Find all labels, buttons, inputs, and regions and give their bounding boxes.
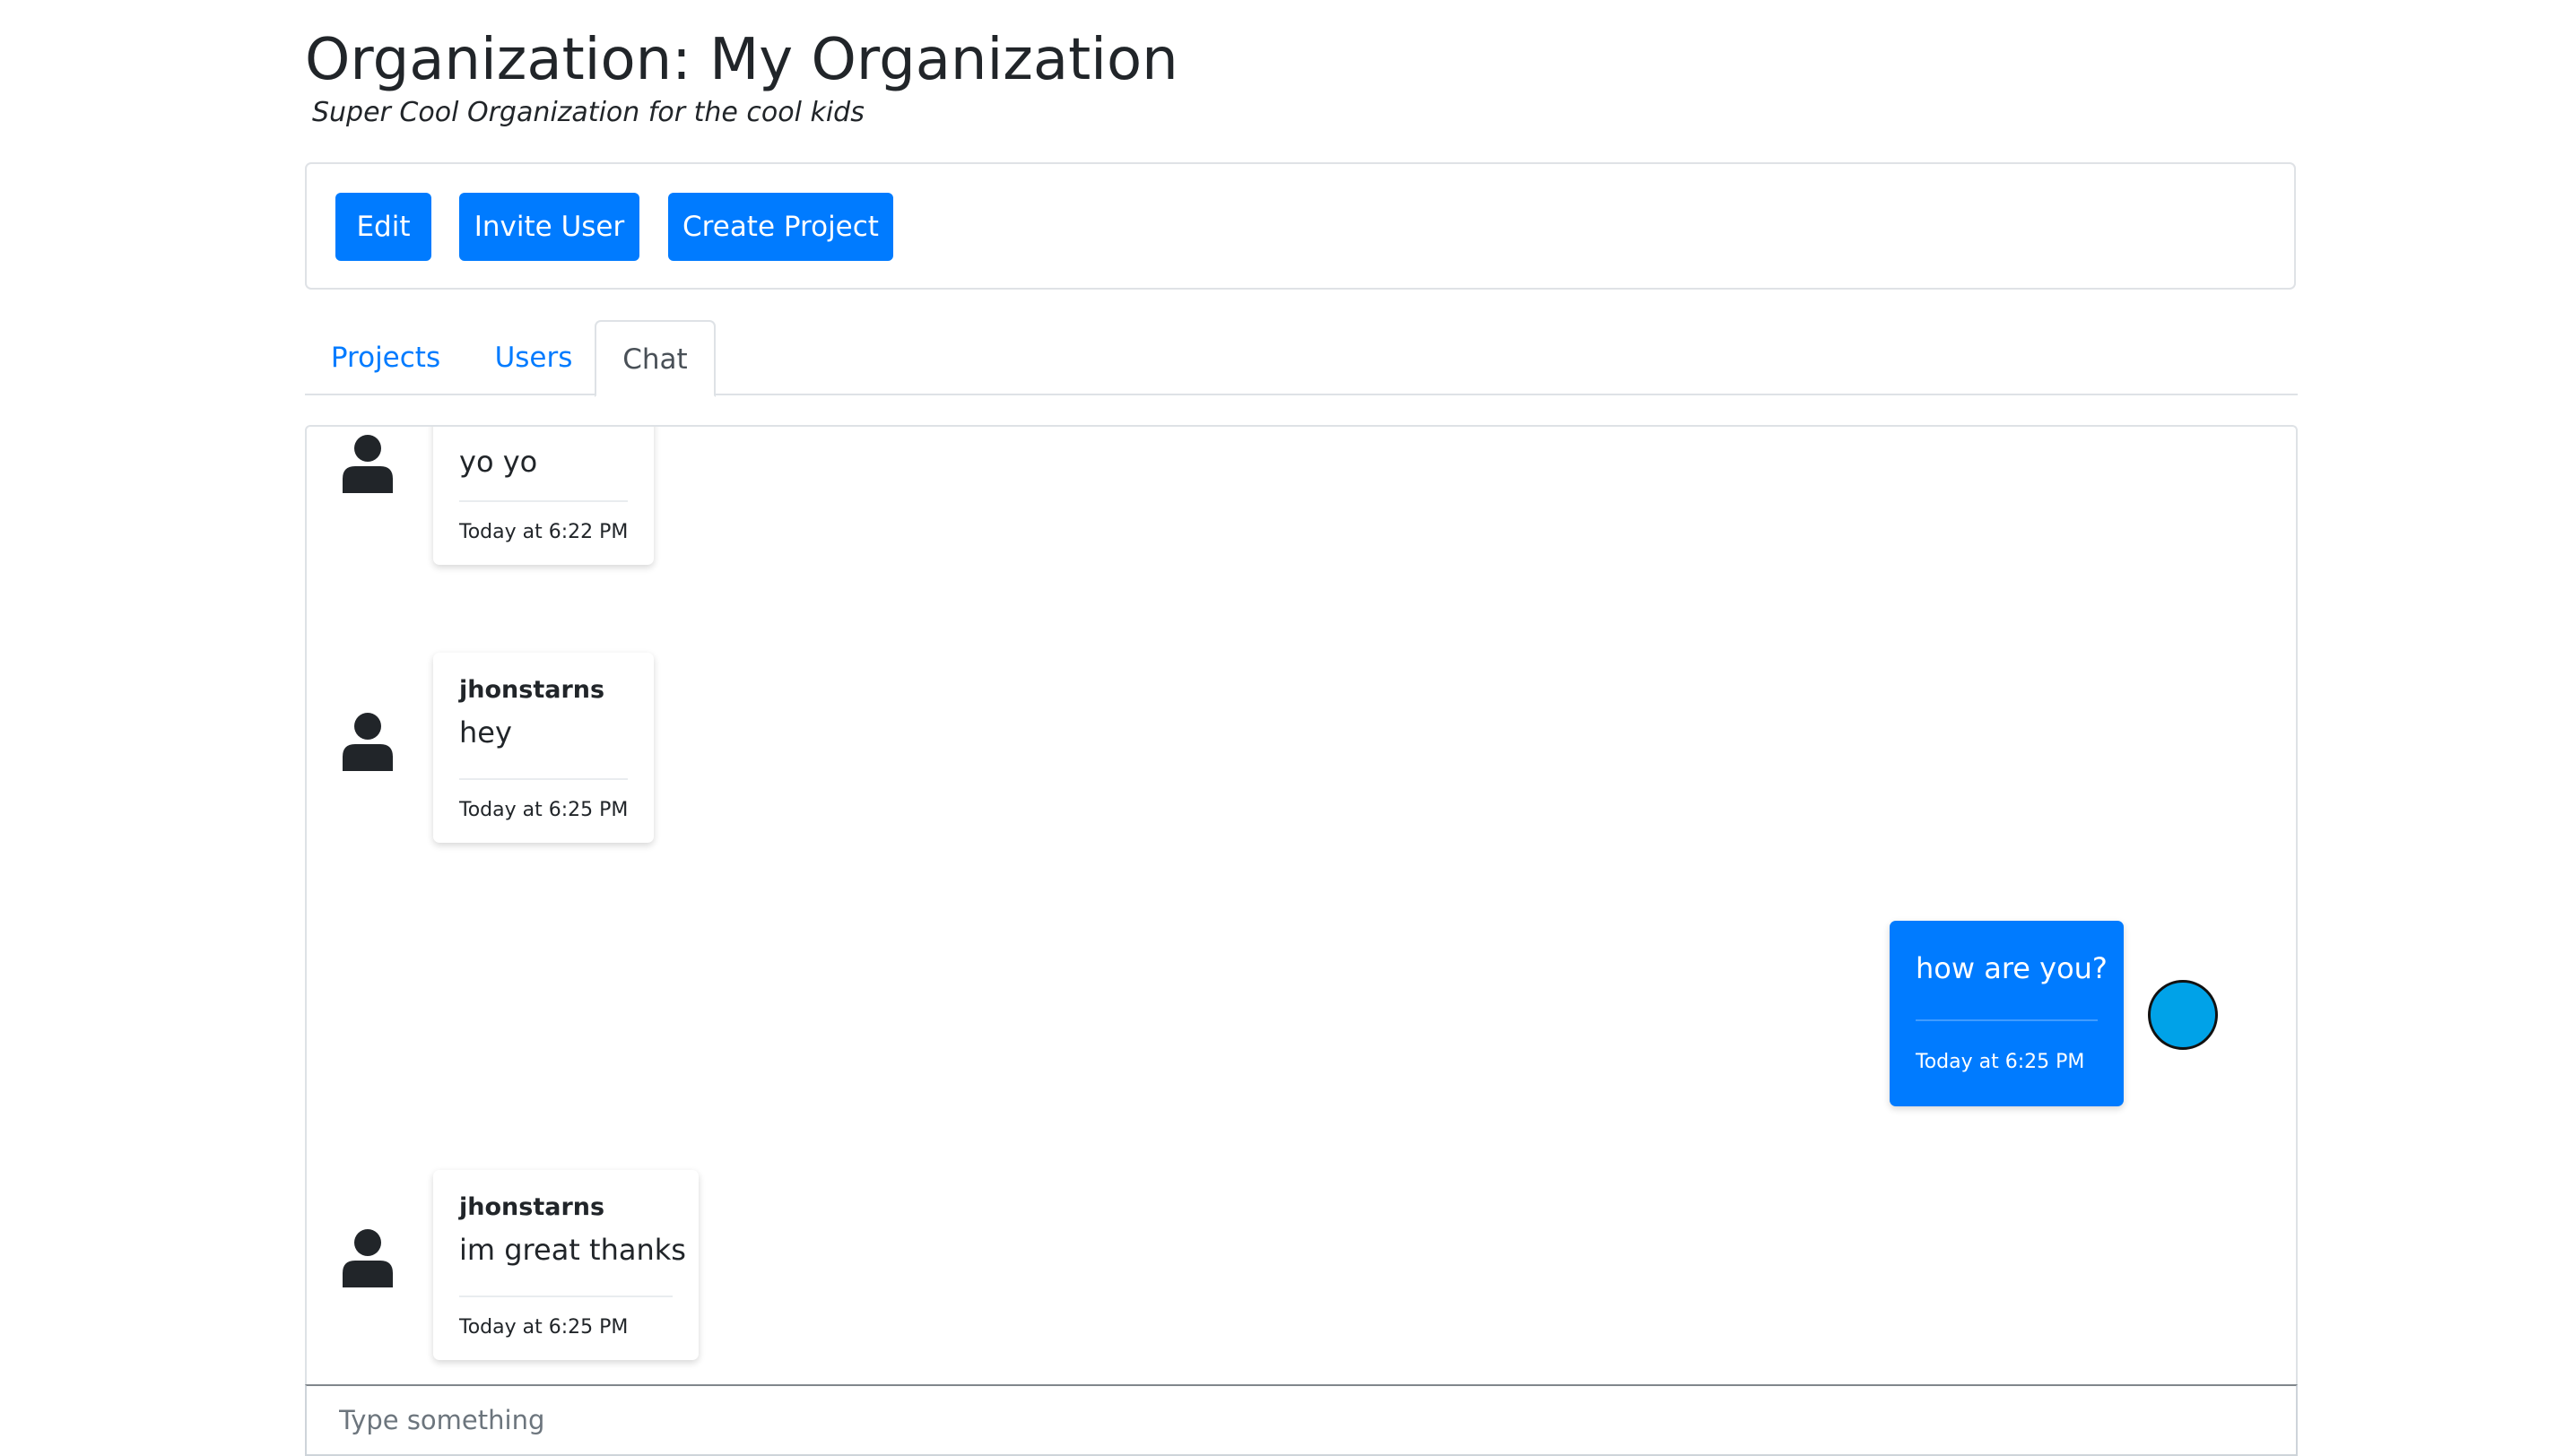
user-silhouette-icon — [343, 1229, 393, 1287]
message-timestamp: Today at 6:22 PM — [459, 521, 629, 543]
message-bubble-outgoing: how are you? Today at 6:25 PM — [1890, 921, 2124, 1106]
message-timestamp: Today at 6:25 PM — [1916, 1051, 2085, 1073]
tab-users[interactable]: Users — [466, 320, 601, 395]
edit-button[interactable]: Edit — [335, 193, 431, 261]
tab-projects[interactable]: Projects — [305, 320, 466, 395]
organization-description: Super Cool Organization for the cool kid… — [312, 97, 865, 128]
chat-message-input[interactable] — [305, 1384, 2298, 1456]
message-bubble: jhonstarns hey Today at 6:25 PM — [433, 653, 654, 843]
message-author: jhonstarns — [459, 1193, 605, 1221]
chat-message-list: yo yo Today at 6:22 PM jhonstarns hey To… — [307, 427, 2267, 1384]
self-avatar — [2148, 980, 2218, 1050]
actions-card: Edit Invite User Create Project — [305, 162, 2296, 290]
message-timestamp: Today at 6:25 PM — [459, 1316, 629, 1339]
user-silhouette-icon — [343, 713, 393, 771]
message-divider — [459, 778, 628, 780]
message-text: how are you? — [1916, 951, 2108, 985]
message-bubble: jhonstarns im great thanks Today at 6:25… — [433, 1170, 699, 1360]
organization-tabs: Projects Users Chat — [305, 320, 2298, 397]
message-text: hey — [459, 715, 512, 750]
message-divider — [459, 1296, 673, 1297]
message-bubble: yo yo Today at 6:22 PM — [433, 427, 654, 565]
message-divider — [1916, 1019, 2098, 1021]
user-silhouette-icon — [343, 435, 393, 493]
page-title: Organization: My Organization — [305, 27, 1178, 93]
create-project-button[interactable]: Create Project — [668, 193, 893, 261]
message-divider — [459, 500, 628, 502]
message-timestamp: Today at 6:25 PM — [459, 799, 629, 821]
message-author: jhonstarns — [459, 676, 605, 704]
message-text: im great thanks — [459, 1233, 686, 1267]
invite-user-button[interactable]: Invite User — [459, 193, 639, 261]
tab-chat[interactable]: Chat — [595, 320, 716, 397]
message-text: yo yo — [459, 445, 538, 479]
